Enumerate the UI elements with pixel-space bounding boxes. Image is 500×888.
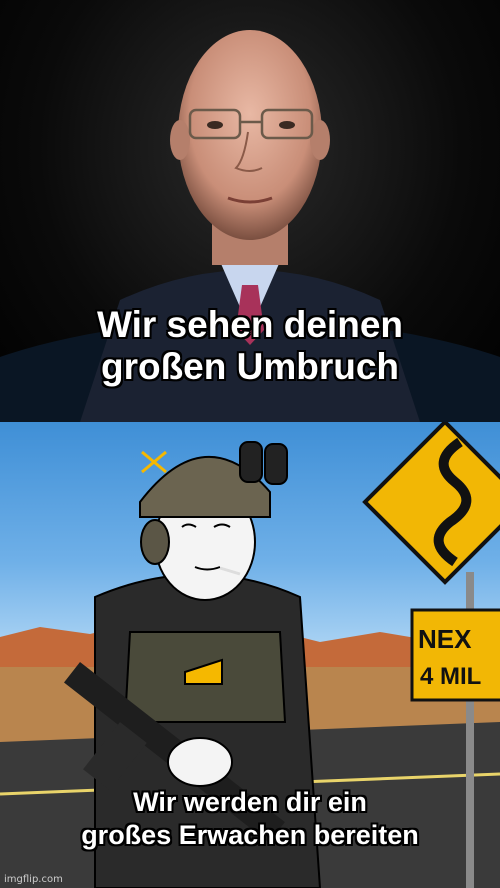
imgflip-watermark: imgflip.com — [4, 874, 63, 885]
bottom-caption-line2: großes Erwachen bereiten — [81, 820, 419, 850]
top-caption: Wir sehen deinen großen Umbruch — [0, 304, 500, 388]
headset — [140, 519, 170, 565]
bottom-panel: NEX 4 MIL Wir werden dir ein großes Erwa… — [0, 422, 500, 888]
next-sign-line2: 4 MIL — [420, 663, 481, 690]
next-sign-line1: NEX — [418, 624, 472, 654]
night-vision-goggles — [239, 441, 288, 485]
right-eye — [279, 121, 295, 129]
bottom-caption-line1: Wir werden dir ein — [133, 787, 367, 817]
top-panel: Wir sehen deinen großen Umbruch — [0, 0, 500, 422]
next-miles-sign: NEX 4 MIL — [410, 608, 500, 702]
hand — [167, 737, 233, 787]
head — [178, 30, 322, 240]
left-ear — [170, 120, 190, 160]
helmet-x-mark-icon — [141, 450, 167, 474]
top-caption-line2: großen Umbruch — [100, 346, 400, 387]
top-caption-line1: Wir sehen deinen — [96, 304, 403, 345]
bottom-caption: Wir werden dir ein großes Erwachen berei… — [0, 786, 500, 852]
left-eye — [207, 121, 223, 129]
meme-image: Wir sehen deinen großen Umbruch NEX 4 MI… — [0, 0, 500, 888]
